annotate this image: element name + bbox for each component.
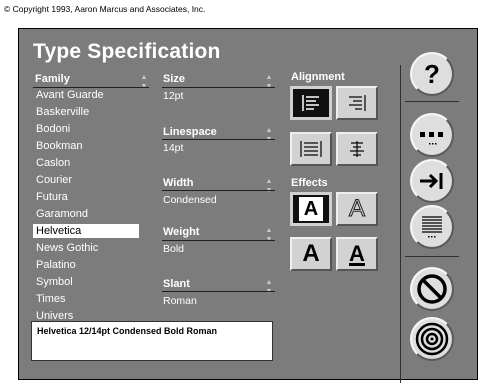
align-left-button[interactable] (290, 86, 332, 120)
align-right-icon (349, 95, 366, 111)
slant-label: Slant (163, 278, 190, 290)
sample-preview-box: Helvetica 12/14pt Condensed Bold Roman (31, 321, 273, 361)
align-center-icon (350, 141, 364, 157)
size-label: Size (163, 73, 186, 85)
font-list-item[interactable]: Symbol (33, 275, 139, 289)
align-justify-icon (300, 141, 322, 157)
font-list-item[interactable]: Futura (33, 190, 139, 204)
linespace-divider (162, 139, 275, 140)
more-options-button[interactable] (410, 113, 454, 157)
type-specification-panel: Type Specification Family ▲▼ Avant Guard… (18, 28, 478, 383)
target-icon (415, 322, 449, 356)
font-list-item[interactable]: News Gothic (33, 241, 139, 255)
ok-button[interactable] (410, 317, 454, 361)
font-list-item[interactable]: Palatino (33, 258, 139, 272)
family-scroll-arrows[interactable]: ▲▼ (139, 73, 149, 91)
sample-text: Helvetica 12/14pt Condensed Bold Roman (37, 326, 218, 336)
align-justify-button[interactable] (290, 132, 332, 166)
alignment-label: Alignment (291, 71, 345, 83)
size-stepper[interactable]: ▲▼ (264, 73, 274, 91)
width-label: Width (163, 177, 194, 189)
font-list-item[interactable]: Caslon (33, 156, 139, 170)
weight-stepper[interactable]: ▲▼ (264, 226, 274, 244)
side-divider (400, 65, 401, 383)
font-list-item[interactable]: Avant Guarde (33, 88, 139, 102)
ellipsis-icon (420, 132, 443, 145)
family-label: Family (35, 73, 70, 85)
font-list-item[interactable]: Garamond (33, 207, 139, 221)
panel-title: Type Specification (33, 40, 221, 63)
effect-underline-button[interactable]: A (336, 237, 378, 271)
width-divider (162, 190, 275, 191)
effect-hollow-button[interactable]: A (336, 192, 378, 226)
bold-a-icon: A (302, 240, 320, 267)
help-button[interactable]: ? (410, 52, 454, 96)
size-value[interactable]: 12pt (163, 90, 183, 102)
align-left-icon (302, 95, 319, 111)
width-value[interactable]: Condensed (163, 194, 217, 206)
effects-label: Effects (291, 177, 328, 189)
font-list-item[interactable]: Bodoni (33, 122, 139, 136)
align-right-button[interactable] (336, 86, 378, 120)
linespace-stepper[interactable]: ▲▼ (264, 126, 274, 144)
prohibited-icon (417, 274, 447, 304)
side-separator-1 (405, 101, 459, 102)
effect-glyph: A (303, 197, 319, 220)
font-list-item[interactable]: Baskerville (33, 105, 139, 119)
outline-a-icon: A (299, 197, 323, 221)
list-icon (422, 216, 442, 238)
effect-outline-button[interactable]: A (290, 192, 332, 226)
font-list-item[interactable]: Times (33, 292, 139, 306)
linespace-label: Linespace (163, 126, 217, 138)
arrow-right-to-bar-icon (420, 173, 443, 189)
list-button[interactable] (410, 205, 454, 249)
width-stepper[interactable]: ▲▼ (264, 177, 274, 195)
size-divider (162, 87, 275, 88)
font-list-item[interactable]: Courier (33, 173, 139, 187)
slant-stepper[interactable]: ▲▼ (264, 278, 274, 296)
slant-value[interactable]: Roman (163, 295, 197, 307)
slant-divider (162, 291, 275, 292)
apply-button[interactable] (410, 159, 454, 203)
cancel-button[interactable] (410, 267, 454, 311)
underline-a-icon: A (349, 241, 365, 266)
font-list-item[interactable]: Bookman (33, 139, 139, 153)
side-separator-2 (405, 256, 459, 257)
effect-bold-button[interactable]: A (290, 237, 332, 271)
linespace-value[interactable]: 14pt (163, 142, 183, 154)
font-list-item[interactable]: Helvetica (33, 224, 139, 238)
copyright-notice: © Copyright 1993, Aaron Marcus and Assoc… (4, 4, 206, 14)
hollow-a-icon: A (348, 195, 365, 223)
weight-value[interactable]: Bold (163, 243, 184, 255)
weight-divider (162, 240, 275, 241)
weight-label: Weight (163, 226, 200, 238)
question-mark-icon: ? (424, 58, 440, 89)
align-center-button[interactable] (336, 132, 378, 166)
